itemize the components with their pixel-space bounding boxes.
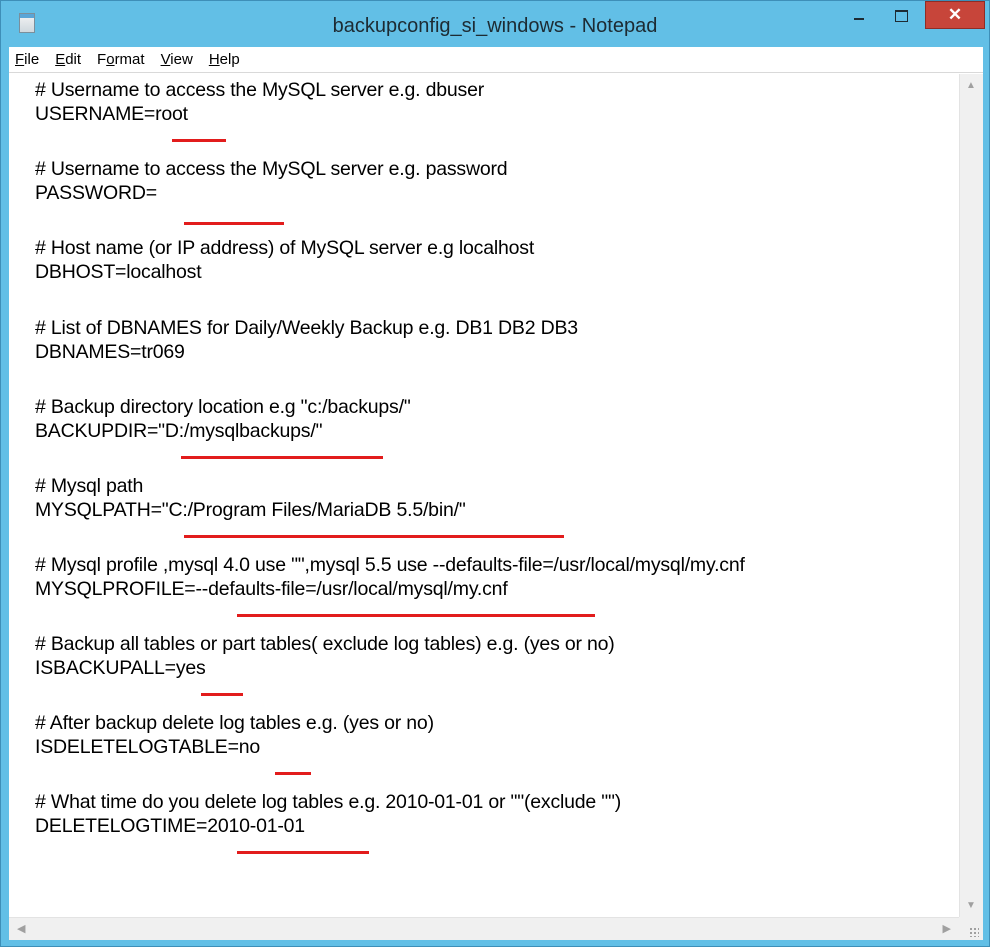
menu-edit-rest: dit bbox=[65, 51, 82, 68]
maximize-button[interactable] bbox=[881, 1, 921, 31]
minimize-icon bbox=[854, 18, 864, 20]
annotation-underline-username bbox=[172, 139, 226, 142]
text-line: ISDELETELOGTABLE=no bbox=[35, 736, 261, 758]
menu-view-rest: iew bbox=[170, 51, 193, 68]
text-line: PASSWORD= bbox=[35, 182, 157, 204]
menu-format-pre: F bbox=[97, 51, 107, 68]
text-line: DBNAMES=tr069 bbox=[35, 341, 185, 363]
close-icon: ✕ bbox=[947, 5, 963, 24]
menu-view[interactable]: View bbox=[159, 51, 195, 68]
text-line: DELETELOGTIME=2010-01-01 bbox=[35, 815, 305, 837]
text-line: # Backup all tables or part tables( excl… bbox=[35, 633, 615, 655]
minimize-button[interactable] bbox=[839, 1, 879, 31]
annotation-underline-mysqlpath bbox=[184, 535, 564, 538]
text-editor[interactable]: # Username to access the MySQL server e.… bbox=[9, 74, 959, 917]
text-line: # Mysql path bbox=[35, 475, 144, 497]
text-line: # Host name (or IP address) of MySQL ser… bbox=[35, 237, 535, 259]
scroll-left-arrow-icon[interactable]: ◀ bbox=[17, 922, 25, 935]
title-bar[interactable]: backupconfig_si_windows - Notepad ✕ bbox=[1, 1, 989, 47]
menu-help-rest: elp bbox=[219, 51, 240, 68]
text-line: # Mysql profile ,mysql 4.0 use "",mysql … bbox=[35, 554, 745, 576]
text-line: BACKUPDIR="D:/mysqlbackups/" bbox=[35, 420, 323, 442]
menu-format[interactable]: Format bbox=[95, 51, 147, 68]
text-line: # List of DBNAMES for Daily/Weekly Backu… bbox=[35, 317, 578, 339]
annotation-underline-isdeletelogtable bbox=[275, 772, 311, 775]
text-line: # What time do you delete log tables e.g… bbox=[35, 791, 622, 813]
close-button[interactable]: ✕ bbox=[925, 1, 985, 29]
text-line: DBHOST=localhost bbox=[35, 261, 202, 283]
notepad-window: backupconfig_si_windows - Notepad ✕ File… bbox=[0, 0, 990, 947]
text-line: MYSQLPATH="C:/Program Files/MariaDB 5.5/… bbox=[35, 499, 466, 521]
text-line: MYSQLPROFILE=--defaults-file=/usr/local/… bbox=[35, 578, 508, 600]
horizontal-scrollbar[interactable]: ◀ ▶ bbox=[9, 917, 959, 940]
menu-format-rest: rmat bbox=[114, 51, 145, 68]
annotation-underline-password bbox=[184, 222, 284, 225]
annotation-underline-isbackupall bbox=[201, 693, 243, 696]
text-line: USERNAME=root bbox=[35, 103, 188, 125]
scroll-right-arrow-icon[interactable]: ▶ bbox=[943, 922, 951, 935]
menu-edit[interactable]: Edit bbox=[53, 51, 83, 68]
menu-bar: File Edit Format View Help bbox=[9, 47, 983, 73]
annotation-underline-deletelogtime bbox=[237, 851, 369, 854]
size-grip[interactable] bbox=[959, 917, 983, 940]
annotation-underline-backupdir bbox=[181, 456, 383, 459]
annotation-underline-mysqlprofile bbox=[237, 614, 595, 617]
vertical-scrollbar[interactable]: ▲ ▼ bbox=[959, 74, 983, 917]
text-line: # After backup delete log tables e.g. (y… bbox=[35, 712, 434, 734]
text-line: # Backup directory location e.g "c:/back… bbox=[35, 396, 411, 418]
text-line: ISBACKUPALL=yes bbox=[35, 657, 206, 679]
menu-file[interactable]: File bbox=[13, 51, 41, 68]
maximize-icon bbox=[894, 10, 908, 22]
notepad-client-area: File Edit Format View Help # Username to… bbox=[9, 47, 983, 940]
scroll-up-arrow-icon[interactable]: ▲ bbox=[966, 80, 976, 91]
size-grip-icon bbox=[969, 927, 979, 937]
menu-help[interactable]: Help bbox=[207, 51, 242, 68]
scroll-down-arrow-icon[interactable]: ▼ bbox=[966, 900, 976, 911]
text-line: # Username to access the MySQL server e.… bbox=[35, 158, 508, 180]
text-line: # Username to access the MySQL server e.… bbox=[35, 79, 485, 101]
menu-file-rest: ile bbox=[24, 51, 40, 68]
